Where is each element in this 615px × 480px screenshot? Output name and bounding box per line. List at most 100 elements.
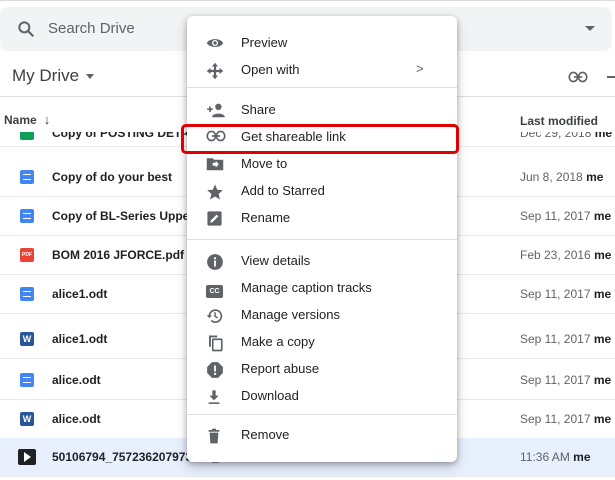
menu-item-label: Move to <box>241 156 288 171</box>
file-modified: 11:36 AM me <box>520 450 591 464</box>
doc-icon <box>20 209 34 223</box>
menu-item-rename[interactable]: Rename <box>187 205 457 231</box>
menu-item-remove[interactable]: Remove <box>187 422 457 448</box>
file-modified-by: me <box>593 412 612 426</box>
menu-item-copy[interactable]: Make a copy <box>187 329 457 355</box>
history-icon <box>206 307 224 323</box>
folder-move-icon <box>206 156 224 172</box>
menu-item-captions[interactable]: CC Manage caption tracks <box>187 275 457 301</box>
eye-icon <box>206 35 224 51</box>
menu-separator <box>187 239 457 240</box>
menu-item-label: Manage caption tracks <box>241 280 372 295</box>
file-modified-date: Sep 11, 2017 <box>520 287 591 301</box>
file-modified: Feb 23, 2016 me <box>520 248 611 262</box>
file-name: alice1.odt <box>52 332 108 346</box>
file-modified: Dec 29, 2018 me <box>520 132 612 140</box>
file-modified-date: Dec 29, 2018 <box>520 132 592 140</box>
menu-item-label: Open with <box>241 62 300 77</box>
menu-item-label: Preview <box>241 35 288 50</box>
menu-item-label: Report abuse <box>241 361 320 376</box>
file-modified-date: Sep 11, 2017 <box>520 412 591 426</box>
file-modified-by: me <box>593 332 612 346</box>
toolbar-edge-icon[interactable] <box>607 76 615 78</box>
search-input[interactable]: Search Drive <box>48 20 135 37</box>
menu-item-versions[interactable]: Manage versions <box>187 302 457 328</box>
alert-icon <box>206 361 224 378</box>
menu-item-add-starred[interactable]: Add to Starred <box>187 178 457 204</box>
video-icon <box>18 449 36 465</box>
file-modified-date: Sep 11, 2017 <box>520 332 591 346</box>
doc-icon <box>20 287 34 301</box>
word-icon: W <box>20 412 34 426</box>
highlight-box <box>181 124 459 154</box>
menu-item-open-with[interactable]: Open with > <box>187 57 457 83</box>
file-modified-date: 11:36 AM <box>520 450 570 464</box>
file-name: BOM 2016 JFORCE.pdf <box>52 248 185 262</box>
search-options-caret-icon[interactable] <box>585 26 595 31</box>
doc-icon <box>20 170 34 184</box>
file-modified: Sep 11, 2017 me <box>520 209 611 223</box>
location-title[interactable]: My Drive <box>12 66 95 86</box>
menu-item-label: Remove <box>241 427 290 442</box>
info-icon <box>206 253 224 270</box>
download-icon <box>206 388 224 404</box>
search-icon[interactable] <box>16 19 36 39</box>
context-menu: Preview Open with > Share Get shareable link… <box>187 16 457 462</box>
file-modified-date: Sep 11, 2017 <box>520 209 591 223</box>
menu-item-view-details[interactable]: View details <box>187 248 457 274</box>
column-header-name[interactable]: Name ↓ <box>4 112 50 127</box>
pdf-icon: PDF <box>20 248 34 262</box>
cc-icon: CC <box>206 280 224 298</box>
star-icon <box>206 183 224 200</box>
menu-item-move-to[interactable]: Move to <box>187 151 457 177</box>
file-modified-by: me <box>593 373 612 387</box>
top-border <box>0 0 615 1</box>
file-name: alice.odt <box>52 412 101 426</box>
file-name: Copy of do your best <box>52 170 172 184</box>
word-icon: W <box>20 332 34 346</box>
file-name: alice.odt <box>52 373 101 387</box>
sort-arrow-down-icon[interactable]: ↓ <box>44 112 51 127</box>
file-modified-by: me <box>593 287 612 301</box>
menu-item-label: Rename <box>241 210 291 225</box>
file-modified: Sep 11, 2017 me <box>520 412 611 426</box>
menu-item-label: View details <box>241 253 311 268</box>
menu-item-label: Manage versions <box>241 307 340 322</box>
copy-icon <box>206 334 224 352</box>
sheet-icon <box>20 132 34 140</box>
file-modified: Sep 11, 2017 me <box>520 332 611 346</box>
trash-icon <box>206 427 224 444</box>
pencil-icon <box>206 210 224 226</box>
column-name-label: Name <box>4 113 37 127</box>
chevron-down-icon <box>86 74 95 80</box>
file-modified: Sep 11, 2017 me <box>520 373 611 387</box>
file-modified-by: me <box>594 132 613 140</box>
column-header-modified[interactable]: Last modified <box>520 114 598 128</box>
chevron-right-icon: > <box>416 61 424 76</box>
move-arrows-icon <box>206 62 224 80</box>
file-modified-by: me <box>573 450 591 464</box>
cc-badge: CC <box>206 285 223 298</box>
file-modified-date: Jun 8, 2018 <box>520 170 583 184</box>
location-title-text: My Drive <box>12 66 80 85</box>
menu-item-download[interactable]: Download <box>187 383 457 409</box>
menu-item-label: Download <box>241 388 299 403</box>
menu-separator <box>187 87 457 88</box>
file-modified-date: Feb 23, 2016 <box>520 248 591 262</box>
file-name: alice1.odt <box>52 287 108 301</box>
file-modified-date: Sep 11, 2017 <box>520 373 591 387</box>
file-modified-by: me <box>586 170 604 184</box>
link-icon[interactable] <box>568 70 588 84</box>
menu-item-share[interactable]: Share <box>187 97 457 123</box>
file-modified-by: me <box>593 209 612 223</box>
file-modified: Sep 11, 2017 me <box>520 287 611 301</box>
menu-separator <box>187 414 457 415</box>
menu-item-report[interactable]: Report abuse <box>187 356 457 382</box>
menu-item-label: Make a copy <box>241 334 315 349</box>
add-person-icon <box>206 102 225 118</box>
file-modified-by: me <box>594 248 612 262</box>
menu-item-preview[interactable]: Preview <box>187 30 457 56</box>
menu-item-label: Add to Starred <box>241 183 325 198</box>
file-modified: Jun 8, 2018 me <box>520 170 603 184</box>
doc-icon <box>20 373 34 387</box>
